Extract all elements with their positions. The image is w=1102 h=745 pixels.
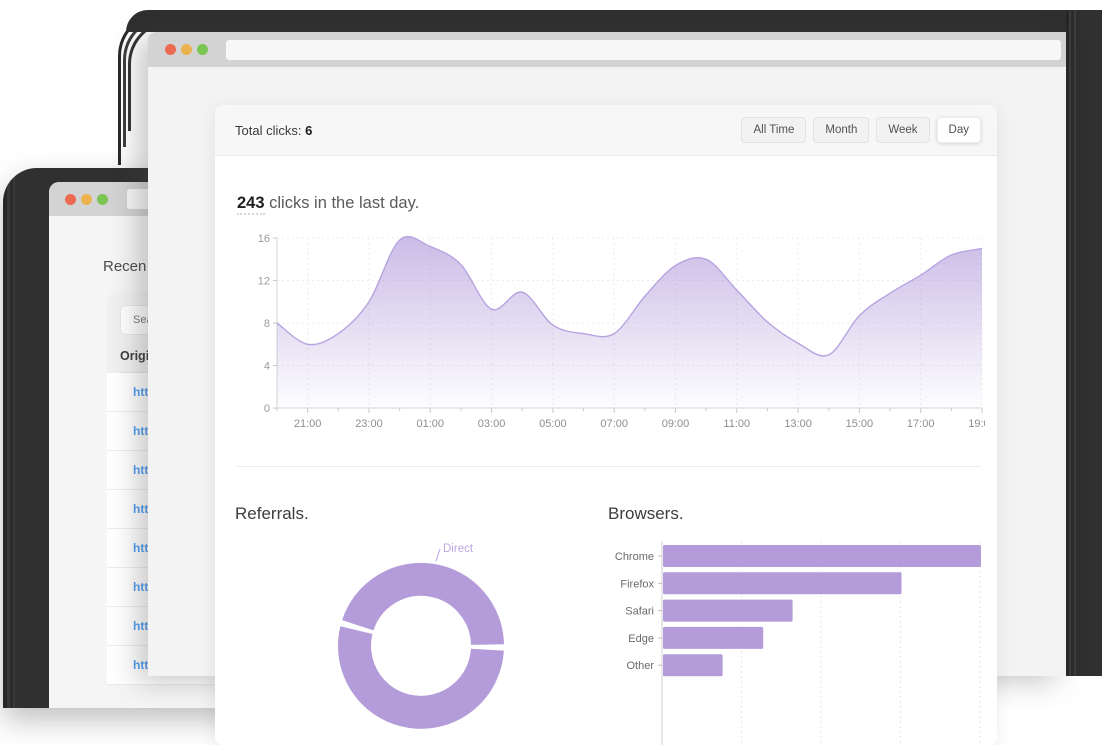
clicks-summary: 243 clicks in the last day. (237, 194, 997, 213)
minimize-button[interactable] (181, 44, 192, 55)
card-header: Total clicks: 6 All Time Month Week Day (215, 105, 997, 156)
svg-text:11:00: 11:00 (723, 418, 750, 430)
svg-text:8: 8 (264, 318, 270, 330)
svg-text:23:00: 23:00 (355, 418, 383, 430)
clicks-count: 243 (237, 194, 265, 215)
svg-text:Direct: Direct (443, 543, 474, 555)
range-button-all-time[interactable]: All Time (741, 117, 806, 143)
svg-text:16: 16 (258, 233, 270, 245)
svg-text:07:00: 07:00 (600, 418, 628, 430)
range-filter-group: All Time Month Week Day (741, 117, 981, 143)
svg-text:05:00: 05:00 (539, 418, 567, 430)
front-window-body: Total clicks: 6 All Time Month Week Day 243… (148, 67, 1066, 676)
referrals-donut-chart: Direct (311, 535, 531, 745)
svg-text:19:00: 19:00 (968, 418, 985, 430)
svg-text:4: 4 (264, 361, 270, 373)
svg-text:12: 12 (258, 276, 270, 288)
front-window-frame-right (1066, 10, 1102, 676)
browsers-bar-chart: Chrome Firefox Safari Edge Other (600, 528, 997, 745)
range-button-day[interactable]: Day (937, 117, 981, 143)
total-clicks-text: Total clicks: (235, 123, 301, 138)
minimize-button[interactable] (81, 194, 92, 205)
svg-text:03:00: 03:00 (478, 418, 506, 430)
svg-text:01:00: 01:00 (416, 418, 444, 430)
svg-text:Edge: Edge (628, 633, 654, 645)
browser-window-front: Total clicks: 6 All Time Month Week Day 243… (148, 32, 1066, 676)
clicks-summary-text: clicks in the last day. (265, 194, 420, 212)
svg-text:09:00: 09:00 (662, 418, 690, 430)
range-button-month[interactable]: Month (813, 117, 869, 143)
clicks-area-chart: 0 4 8 12 16 21:00 23:00 01:00 03:00 05:00 07:00 09:… (233, 233, 985, 438)
front-titlebar (148, 32, 1066, 67)
close-button[interactable] (65, 194, 76, 205)
svg-text:15:00: 15:00 (846, 418, 874, 430)
svg-text:Safari: Safari (625, 606, 654, 618)
browsers-section-title: Browsers. (608, 504, 684, 524)
analytics-card: Total clicks: 6 All Time Month Week Day 243… (215, 105, 997, 745)
svg-text:Other: Other (626, 660, 654, 672)
zoom-button[interactable] (97, 194, 108, 205)
referrals-section-title: Referrals. (235, 504, 309, 524)
svg-text:21:00: 21:00 (294, 418, 322, 430)
svg-text:0: 0 (264, 403, 270, 415)
front-window-frame-top (126, 10, 1102, 32)
svg-text:Chrome: Chrome (615, 551, 654, 563)
zoom-button[interactable] (197, 44, 208, 55)
total-clicks-label: Total clicks: 6 (235, 123, 312, 138)
svg-text:13:00: 13:00 (784, 418, 812, 430)
svg-text:Firefox: Firefox (620, 578, 654, 590)
close-button[interactable] (165, 44, 176, 55)
total-clicks-value: 6 (305, 123, 312, 138)
divider (237, 466, 981, 467)
svg-text:17:00: 17:00 (907, 418, 935, 430)
range-button-week[interactable]: Week (876, 117, 929, 143)
address-bar[interactable] (226, 40, 1061, 60)
